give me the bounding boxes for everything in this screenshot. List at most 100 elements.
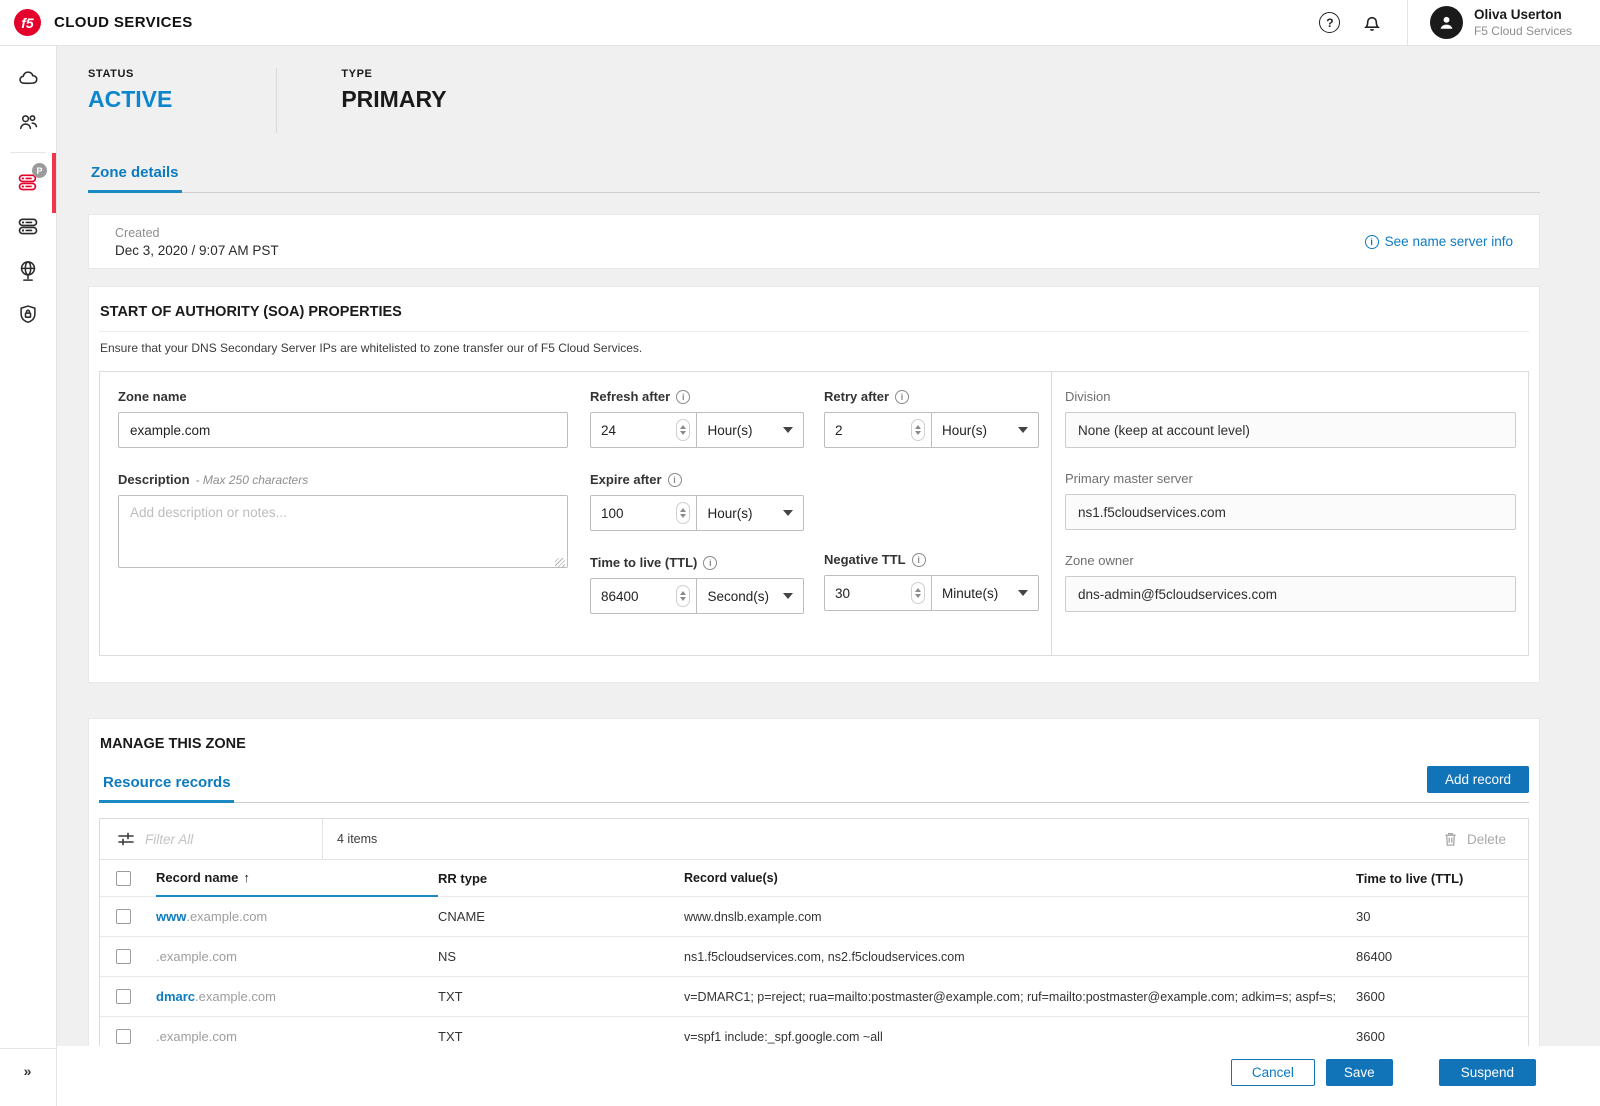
negative-ttl-label: Negative TTL: [824, 552, 906, 567]
info-icon[interactable]: i: [912, 553, 926, 567]
retry-after-input[interactable]: 2: [824, 412, 932, 448]
description-label: Description: [118, 472, 190, 487]
sidebar-item-cloud[interactable]: [0, 56, 56, 100]
record-ttl: 3600: [1356, 989, 1528, 1004]
help-button[interactable]: ?: [1313, 6, 1347, 40]
stepper-icon[interactable]: [911, 582, 925, 604]
sidebar-item-dns-records-active[interactable]: P: [0, 161, 56, 205]
save-button[interactable]: Save: [1326, 1059, 1393, 1086]
refresh-after-input[interactable]: 24: [590, 412, 697, 448]
sidebar-item-global-network[interactable]: [0, 249, 56, 293]
sidebar-item-users[interactable]: [0, 100, 56, 144]
type-label: TYPE: [341, 68, 446, 80]
table-header-row: Record name ↑ RR type Record value(s) Ti…: [100, 860, 1528, 896]
rr-type: TXT: [438, 989, 684, 1004]
type-value: PRIMARY: [341, 86, 446, 113]
negative-ttl-unit-select[interactable]: Minute(s): [932, 575, 1039, 611]
sidebar-expand-button[interactable]: »: [0, 1048, 56, 1106]
stepper-icon[interactable]: [676, 419, 690, 441]
sidebar-divider: [10, 152, 46, 153]
suspend-button[interactable]: Suspend: [1439, 1059, 1536, 1086]
zone-owner-field: dns-admin@f5cloudservices.com: [1065, 576, 1516, 612]
row-checkbox[interactable]: [116, 989, 131, 1004]
help-icon: ?: [1319, 12, 1340, 33]
delete-button[interactable]: Delete: [1442, 830, 1528, 848]
footer-action-bar: Cancel Save Suspend: [57, 1046, 1600, 1106]
table-row: dmarc.example.com TXT v=DMARC1; p=reject…: [100, 976, 1528, 1016]
record-name-link[interactable]: dmarc: [156, 989, 195, 1004]
refresh-after-unit-select[interactable]: Hour(s): [697, 412, 804, 448]
zone-name-input[interactable]: [118, 412, 568, 448]
f5-logo-icon[interactable]: f5: [14, 9, 41, 36]
record-ttl: 30: [1356, 909, 1528, 924]
primary-master-label: Primary master server: [1065, 471, 1516, 486]
primary-master-field: ns1.f5cloudservices.com: [1065, 494, 1516, 530]
user-menu[interactable]: Oliva Userton F5 Cloud Services: [1408, 6, 1600, 39]
expire-after-unit-select[interactable]: Hour(s): [697, 495, 804, 531]
expire-after-label: Expire after: [590, 472, 662, 487]
brand: f5 CLOUD SERVICES: [0, 9, 193, 36]
record-value: v=spf1 include:_spf.google.com ~all: [684, 1030, 1356, 1044]
sidebar-item-security[interactable]: [0, 293, 56, 337]
sort-ascending-icon[interactable]: ↑: [243, 860, 250, 896]
refresh-after-label: Refresh after: [590, 389, 670, 404]
cancel-button[interactable]: Cancel: [1231, 1059, 1315, 1086]
items-count: 4 items: [323, 832, 1442, 846]
created-value: Dec 3, 2020 / 9:07 AM PST: [115, 243, 279, 258]
info-icon[interactable]: i: [703, 556, 717, 570]
zone-name-label: Zone name: [118, 389, 187, 404]
top-bar: f5 CLOUD SERVICES ? Oliva Userton F5 Clo…: [0, 0, 1600, 46]
name-server-info-link[interactable]: i See name server info: [1365, 234, 1513, 249]
sidebar-item-servers[interactable]: [0, 205, 56, 249]
info-icon[interactable]: i: [676, 390, 690, 404]
users-icon: [17, 111, 40, 134]
soa-title: START OF AUTHORITY (SOA) PROPERTIES: [99, 304, 1529, 332]
chevron-down-icon: [1018, 427, 1028, 433]
header-ttl: Time to live (TTL): [1356, 871, 1528, 886]
soa-form: Zone name Description - Max 250 characte…: [99, 371, 1529, 656]
record-value: v=DMARC1; p=reject; rua=mailto:postmaste…: [684, 990, 1356, 1004]
created-card: Created Dec 3, 2020 / 9:07 AM PST i See …: [88, 214, 1540, 269]
record-ttl: 86400: [1356, 949, 1528, 964]
active-indicator: [52, 153, 56, 213]
retry-after-unit-select[interactable]: Hour(s): [932, 412, 1039, 448]
notifications-button[interactable]: [1355, 6, 1389, 40]
stepper-icon[interactable]: [911, 419, 925, 441]
sidebar: P »: [0, 46, 57, 1106]
resize-handle-icon[interactable]: [555, 558, 565, 568]
tab-bar: Zone details: [88, 164, 1540, 193]
soa-readonly-panel: Division None (keep at account level) Pr…: [1051, 372, 1528, 655]
filter-icon: [117, 830, 135, 848]
row-checkbox[interactable]: [116, 1029, 131, 1044]
expand-chevrons-icon: »: [24, 1063, 33, 1079]
filter-input[interactable]: [145, 832, 295, 847]
add-record-button[interactable]: Add record: [1427, 766, 1529, 793]
resource-records-table: 4 items Delete Record name ↑ RR type: [99, 818, 1529, 1057]
filter-row: 4 items Delete: [100, 819, 1528, 860]
chevron-down-icon: [783, 510, 793, 516]
info-icon[interactable]: i: [895, 390, 909, 404]
status-header: STATUS ACTIVE TYPE PRIMARY: [88, 46, 1540, 141]
description-textarea[interactable]: [118, 495, 568, 568]
stepper-icon[interactable]: [676, 502, 690, 524]
rr-type: TXT: [438, 1029, 684, 1044]
row-checkbox[interactable]: [116, 949, 131, 964]
tab-zone-details[interactable]: Zone details: [88, 164, 182, 193]
row-checkbox[interactable]: [116, 909, 131, 924]
chevron-down-icon: [1018, 590, 1028, 596]
select-all-checkbox[interactable]: [116, 871, 131, 886]
rr-type: CNAME: [438, 909, 684, 924]
ttl-label: Time to live (TTL): [590, 555, 697, 570]
chevron-down-icon: [783, 593, 793, 599]
main-content: STATUS ACTIVE TYPE PRIMARY Zone details …: [57, 46, 1600, 1106]
ttl-unit-select[interactable]: Second(s): [697, 578, 804, 614]
record-name-link[interactable]: www: [156, 909, 186, 924]
stepper-icon[interactable]: [676, 585, 690, 607]
ttl-input[interactable]: 86400: [590, 578, 697, 614]
manage-zone-title: MANAGE THIS ZONE: [99, 736, 1529, 752]
expire-after-input[interactable]: 100: [590, 495, 697, 531]
negative-ttl-input[interactable]: 30: [824, 575, 932, 611]
tab-resource-records[interactable]: Resource records: [99, 774, 234, 803]
info-icon[interactable]: i: [668, 473, 682, 487]
server-icon: [16, 215, 40, 239]
